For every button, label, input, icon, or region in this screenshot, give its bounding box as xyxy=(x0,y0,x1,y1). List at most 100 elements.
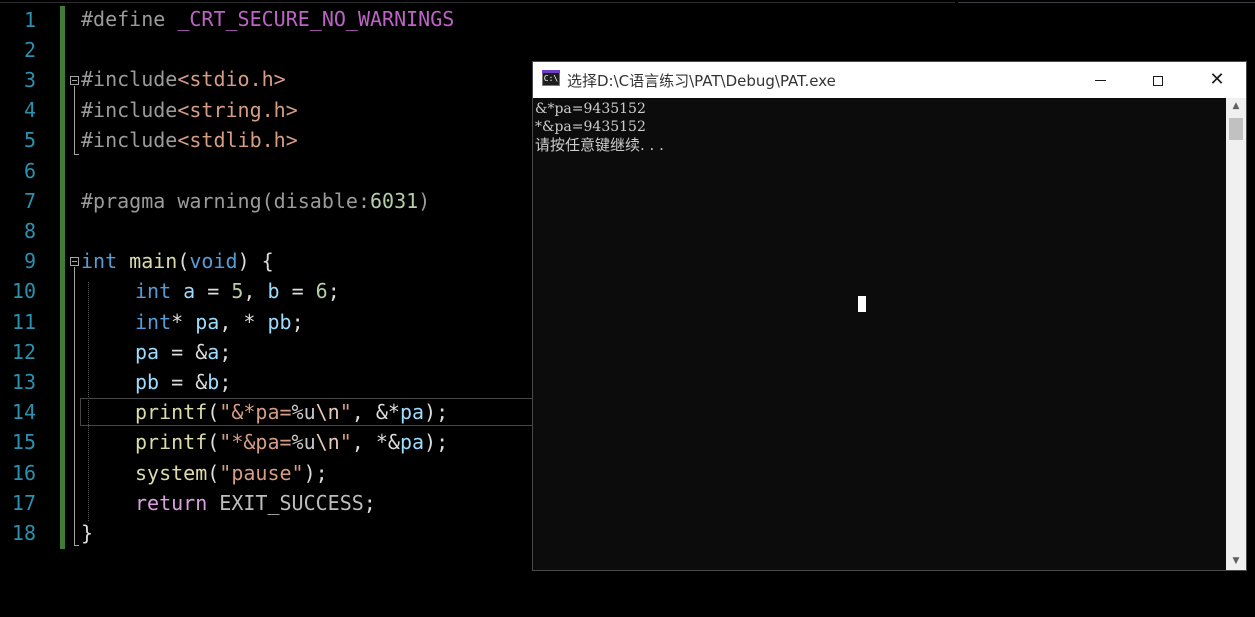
token: * xyxy=(171,310,196,334)
token: "*&pa= xyxy=(219,430,292,454)
token: #include xyxy=(81,67,178,91)
token: #define xyxy=(81,7,178,31)
token: 6031 xyxy=(369,189,419,213)
token: = & xyxy=(159,370,208,394)
scroll-down-icon[interactable]: ▼ xyxy=(1226,553,1246,570)
token: printf xyxy=(135,400,208,424)
token: <stdio.h> xyxy=(177,67,286,91)
code-line-4: #include<string.h> xyxy=(81,95,298,125)
line-number: 4 xyxy=(23,98,36,122)
token: ); xyxy=(303,461,328,485)
minimize-button[interactable] xyxy=(1071,62,1129,98)
code-line-18: } xyxy=(81,518,93,548)
maximize-button[interactable] xyxy=(1129,62,1187,98)
token: , xyxy=(243,279,268,303)
console-output-line: 请按任意键继续. . . xyxy=(535,136,664,154)
token: \n xyxy=(315,400,340,424)
token: <stdlib.h> xyxy=(177,128,298,152)
token: ( xyxy=(207,461,220,485)
line-number: 9 xyxy=(23,249,36,273)
console-cursor xyxy=(858,296,866,312)
token: return xyxy=(135,491,208,515)
code-line-1: #define _CRT_SECURE_NO_WARNINGS xyxy=(81,4,454,34)
token: pb xyxy=(267,310,292,334)
line-number: 8 xyxy=(23,219,36,243)
token: , &* xyxy=(351,400,400,424)
token: pa xyxy=(135,340,160,364)
token: int xyxy=(81,249,118,273)
token: } xyxy=(81,521,94,545)
code-line-9: int main(void) { xyxy=(81,246,274,276)
line-number: 14 xyxy=(11,400,36,424)
token: #pragma warning(disable: xyxy=(81,189,370,213)
console-window[interactable]: C:\ 选择D:\C语言练习\PAT\Debug\PAT.exe ✕ &*pa=… xyxy=(532,61,1247,571)
line-number: 1 xyxy=(23,8,36,32)
token: EXIT_SUCCESS xyxy=(219,491,364,515)
console-titlebar[interactable]: C:\ 选择D:\C语言练习\PAT\Debug\PAT.exe ✕ xyxy=(533,62,1246,98)
collapse-icon[interactable] xyxy=(70,257,79,266)
code-line-10: int a = 5, b = 6; xyxy=(135,276,340,306)
code-line-16: system("pause"); xyxy=(135,458,328,488)
token: int xyxy=(135,310,172,334)
token: ; xyxy=(291,310,304,334)
token: ) { xyxy=(237,249,274,273)
close-button[interactable]: ✕ xyxy=(1188,62,1246,98)
token: void xyxy=(189,249,238,273)
line-number: 7 xyxy=(23,189,36,213)
token: <string.h> xyxy=(177,98,298,122)
line-number: 18 xyxy=(11,521,36,545)
code-line-11: int* pa, * pb; xyxy=(135,307,304,337)
line-number: 2 xyxy=(23,38,36,62)
code-line-15: printf("*&pa=%u\n", *&pa); xyxy=(135,427,448,457)
minimize-icon xyxy=(1094,80,1106,81)
close-icon: ✕ xyxy=(1209,69,1225,90)
token: pa xyxy=(399,430,425,454)
code-line-12: pa = &a; xyxy=(135,337,231,367)
token: pa xyxy=(399,400,425,424)
token: " xyxy=(339,430,352,454)
token: = xyxy=(195,279,232,303)
line-number: 17 xyxy=(11,491,36,515)
scroll-thumb[interactable] xyxy=(1229,118,1243,140)
token: ( xyxy=(207,430,220,454)
scroll-up-icon[interactable]: ▲ xyxy=(1226,98,1246,115)
token: ; xyxy=(219,340,232,364)
line-number: 11 xyxy=(11,310,36,334)
console-app-icon: C:\ xyxy=(542,70,560,86)
token: system xyxy=(135,461,208,485)
fold-guide-end xyxy=(74,154,79,155)
code-line-13: pb = &b; xyxy=(135,367,231,397)
token: = xyxy=(279,279,316,303)
token: _CRT_SECURE_NO_WARNINGS xyxy=(177,7,455,31)
line-number: 15 xyxy=(11,430,36,454)
line-number: 3 xyxy=(23,68,36,92)
collapse-icon[interactable] xyxy=(70,76,79,85)
maximize-icon xyxy=(1153,75,1163,86)
line-number: 12 xyxy=(11,340,36,364)
console-scrollbar[interactable]: ▲ ▼ xyxy=(1226,98,1246,570)
token: %u xyxy=(291,430,316,454)
change-tracking-bar xyxy=(60,6,65,549)
line-number: 10 xyxy=(11,279,36,303)
token: ) xyxy=(418,189,431,213)
token: ; xyxy=(219,370,232,394)
token: #include xyxy=(81,98,178,122)
token: , * xyxy=(219,310,268,334)
token: b xyxy=(207,370,220,394)
console-output[interactable]: &*pa=9435152 *&pa=9435152 请按任意键继续. . . xyxy=(533,98,1226,570)
console-output-line: &*pa=9435152 xyxy=(535,101,646,117)
token: a xyxy=(207,340,220,364)
token: pa xyxy=(195,310,220,334)
token: printf xyxy=(135,430,208,454)
token: a xyxy=(183,279,196,303)
console-title: 选择D:\C语言练习\PAT\Debug\PAT.exe xyxy=(567,72,836,90)
token: ); xyxy=(424,430,449,454)
code-line-14: printf("&*pa=%u\n", &*pa); xyxy=(135,397,448,427)
code-line-5: #include<stdlib.h> xyxy=(81,125,298,155)
token: = & xyxy=(159,340,208,364)
token: b xyxy=(267,279,280,303)
token: pb xyxy=(135,370,160,394)
token: ( xyxy=(207,400,220,424)
